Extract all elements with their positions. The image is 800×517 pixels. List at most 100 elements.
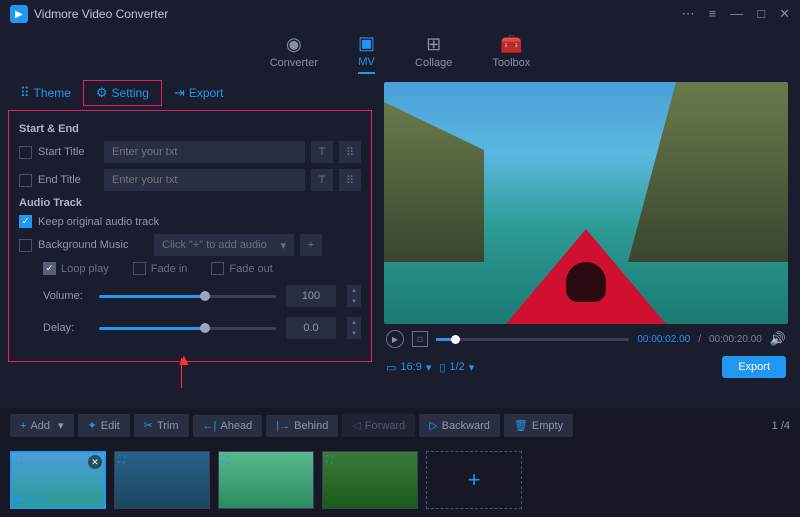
expand-icon[interactable]: ⛶ — [15, 456, 22, 467]
subtab-setting[interactable]: ⚙ Setting — [83, 80, 162, 106]
preview-options: ▭16:9▾ ▯1/2▾ Export — [384, 354, 788, 380]
subtab-label: Setting — [112, 86, 149, 100]
chevron-down-icon: ▾ — [469, 361, 475, 374]
backward-button[interactable]: ▷Backward — [419, 414, 500, 437]
thumbnail-2[interactable]: ⛶ — [114, 451, 210, 509]
tab-label: Converter — [270, 57, 318, 69]
subtab-theme[interactable]: ⠿ Theme — [8, 81, 83, 105]
menu-icon[interactable]: ≡ — [709, 6, 717, 22]
forward-icon: ◁ — [352, 419, 360, 432]
section-start-end: Start & End — [19, 123, 361, 135]
subtab-label: Export — [189, 86, 224, 100]
remove-icon[interactable]: ✕ — [88, 455, 102, 469]
delay-value[interactable]: 0.0 — [286, 317, 336, 339]
volume-value[interactable]: 100 — [286, 285, 336, 307]
behind-icon: |→ — [276, 420, 290, 432]
tab-converter[interactable]: ◉ Converter — [270, 34, 318, 73]
loop-checkbox[interactable]: ✓ — [43, 262, 56, 275]
forward-button[interactable]: ◁Forward — [342, 414, 415, 437]
info-icon[interactable]: ● — [38, 494, 44, 505]
empty-button[interactable]: 🗑Empty — [504, 414, 573, 437]
delay-label: Delay: — [43, 322, 89, 334]
add-clip-tile[interactable]: + — [426, 451, 522, 509]
ahead-icon: ←| — [203, 420, 217, 432]
edit-button[interactable]: ✦Edit — [78, 414, 130, 437]
toolbox-icon: 🧰 — [500, 34, 522, 55]
maximize-icon[interactable]: □ — [757, 6, 765, 22]
bg-music-label: Background Music — [38, 239, 148, 251]
grid-icon[interactable]: ⠿ — [339, 169, 361, 191]
end-title-input[interactable] — [104, 169, 305, 191]
text-style-icon[interactable]: T — [311, 141, 333, 163]
thumbnail-4[interactable]: ⛶ — [322, 451, 418, 509]
titlebar: ▶ Vidmore Video Converter ⋯ ≡ — □ ✕ — [0, 0, 800, 28]
thumbnail-3[interactable]: ⛶ — [218, 451, 314, 509]
trim-button[interactable]: ✂Trim — [134, 414, 189, 437]
tab-collage[interactable]: ⊞ Collage — [415, 34, 452, 73]
start-title-input[interactable] — [104, 141, 305, 163]
add-audio-button[interactable]: + — [300, 234, 322, 256]
chevron-down-icon: ▾ — [426, 361, 432, 374]
fadein-label: Fade in — [151, 263, 188, 275]
progress-bar[interactable] — [436, 338, 629, 341]
gear-icon: ⚙ — [96, 85, 108, 101]
text-style-icon[interactable]: T — [311, 169, 333, 191]
feedback-icon[interactable]: ⋯ — [682, 6, 695, 22]
annotation-arrow-line — [181, 358, 182, 388]
tab-mv[interactable]: ▣ MV — [358, 33, 375, 74]
play-button[interactable]: ▶ — [386, 330, 404, 348]
start-title-checkbox[interactable] — [19, 146, 32, 159]
close-icon[interactable]: ✕ — [779, 6, 790, 22]
expand-icon[interactable]: ⛶ — [326, 455, 333, 466]
export-icon: ⇥ — [174, 85, 185, 101]
volume-stepper[interactable]: ▲▼ — [347, 285, 361, 307]
volume-label: Volume: — [43, 290, 89, 302]
end-title-label: End Title — [38, 174, 98, 186]
clip-counter: 1 /4 — [772, 420, 790, 432]
subtab-export[interactable]: ⇥ Export — [162, 81, 236, 105]
converter-icon: ◉ — [286, 34, 302, 55]
player-controls: ▶ ◻ 00:00:02.00/00:00:20.00 🔊 — [384, 324, 788, 354]
tab-toolbox[interactable]: 🧰 Toolbox — [492, 34, 530, 73]
volume-slider[interactable] — [99, 295, 276, 298]
annotation-arrow: ▲ — [176, 352, 192, 370]
plus-icon: + — [20, 420, 26, 432]
grid-icon[interactable]: ⠿ — [339, 141, 361, 163]
audio-dropdown[interactable]: Click "+" to add audio ▾ — [154, 234, 294, 256]
scissors-icon: ✂ — [144, 419, 153, 432]
minimize-icon[interactable]: — — [730, 6, 743, 22]
thumbnail-1[interactable]: ⛶ ✕ ▶★● — [10, 451, 106, 509]
current-time: 00:00:02.00 — [637, 334, 690, 345]
page-selector[interactable]: ▯1/2▾ — [439, 361, 474, 374]
behind-button[interactable]: |→Behind — [266, 415, 338, 437]
aspect-ratio-dropdown[interactable]: ▭16:9▾ — [386, 361, 431, 374]
volume-icon[interactable]: 🔊 — [770, 331, 786, 347]
delay-slider[interactable] — [99, 327, 276, 330]
end-title-checkbox[interactable] — [19, 174, 32, 187]
ahead-button[interactable]: ←|Ahead — [193, 415, 263, 437]
star-icon[interactable]: ★ — [26, 494, 35, 505]
theme-icon: ⠿ — [20, 85, 30, 101]
star-icon: ✦ — [88, 419, 97, 432]
app-title: Vidmore Video Converter — [34, 7, 682, 21]
subtab-label: Theme — [34, 86, 71, 100]
delay-stepper[interactable]: ▲▼ — [347, 317, 361, 339]
bg-music-checkbox[interactable] — [19, 239, 32, 252]
clip-toolbar: +Add▾ ✦Edit ✂Trim ←|Ahead |→Behind ◁Forw… — [0, 408, 800, 443]
fadeout-label: Fade out — [229, 263, 272, 275]
play-icon[interactable]: ▶ — [15, 494, 23, 505]
page-icon: ▯ — [439, 361, 445, 374]
clip-thumbnails: ⛶ ✕ ▶★● ⛶ ⛶ ⛶ + — [0, 443, 800, 517]
main-tabs: ◉ Converter ▣ MV ⊞ Collage 🧰 Toolbox — [0, 28, 800, 78]
add-button[interactable]: +Add▾ — [10, 414, 74, 437]
video-preview[interactable] — [384, 82, 788, 324]
fadein-checkbox[interactable] — [133, 262, 146, 275]
expand-icon[interactable]: ⛶ — [222, 455, 229, 466]
fadeout-checkbox[interactable] — [211, 262, 224, 275]
keep-audio-checkbox[interactable]: ✓ — [19, 215, 32, 228]
mv-icon: ▣ — [358, 33, 375, 54]
keep-audio-label: Keep original audio track — [38, 216, 159, 228]
stop-button[interactable]: ◻ — [412, 331, 428, 347]
expand-icon[interactable]: ⛶ — [118, 455, 125, 466]
export-button[interactable]: Export — [722, 356, 786, 378]
